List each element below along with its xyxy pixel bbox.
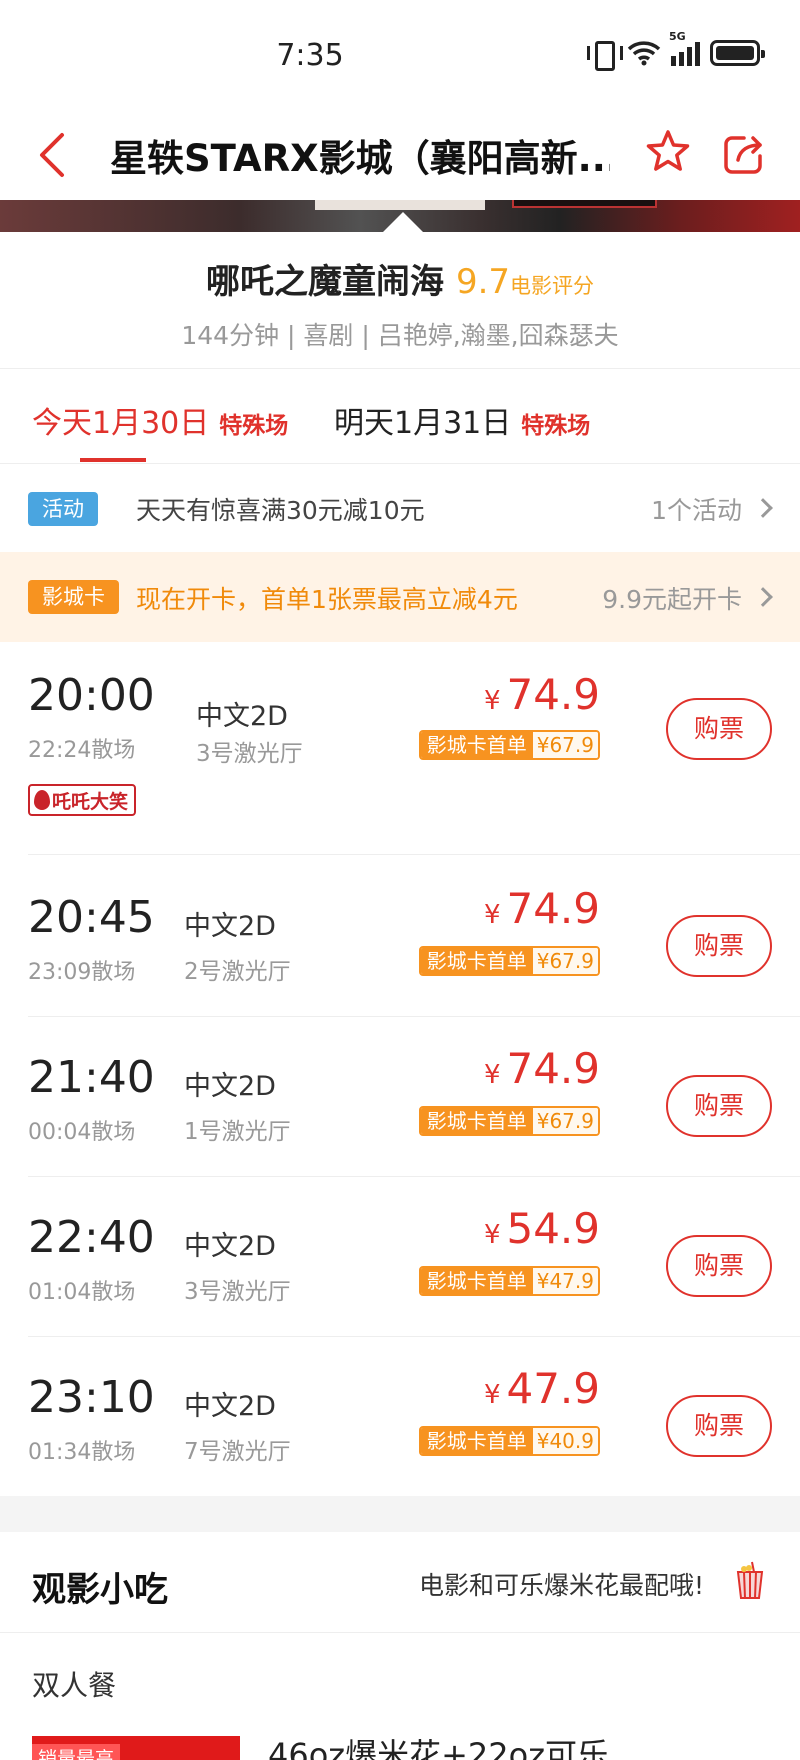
start-time: 22:40 bbox=[28, 1212, 155, 1263]
end-time: 23:09散场 bbox=[28, 960, 136, 985]
status-icons: 5G bbox=[587, 30, 765, 71]
showtime-row: 20:45 23:09散场 中文2D 2号激光厅 ¥74.9 影城卡首单 ¥67.… bbox=[0, 856, 800, 1016]
buy-ticket-button[interactable]: 购票 bbox=[666, 915, 772, 977]
status-bar: 7:35 5G bbox=[0, 0, 800, 110]
tab-date: 明天1月31日 bbox=[334, 406, 512, 441]
ticket-price: ¥74.9 bbox=[483, 1044, 600, 1093]
end-time: 01:04散场 bbox=[28, 1280, 136, 1305]
activity-row[interactable]: 活动 天天有惊喜满30元减10元 1个活动 bbox=[0, 464, 800, 552]
hall-name: 3号激光厅 bbox=[196, 741, 303, 767]
back-icon[interactable] bbox=[30, 130, 74, 180]
language-format: 中文2D bbox=[184, 1391, 276, 1422]
wifi-icon bbox=[627, 40, 661, 66]
end-time: 01:34散场 bbox=[28, 1440, 136, 1465]
cinema-card-open: 9.9元起开卡 bbox=[602, 585, 742, 614]
popcorn-icon bbox=[734, 1560, 766, 1600]
card-price-tag: 影城卡首单 ¥40.9 bbox=[418, 1426, 600, 1456]
network-label: 5G bbox=[669, 30, 686, 43]
hall-name: 2号激光厅 bbox=[184, 959, 291, 985]
tab-date: 今天1月30日 bbox=[32, 406, 210, 441]
movie-score: 9.7 bbox=[455, 262, 511, 302]
language-format: 中文2D bbox=[196, 701, 288, 732]
snack-name[interactable]: 46oz爆米花+22oz可乐 bbox=[268, 1730, 609, 1760]
page-title: 星轶STARX影城（襄阳高新... bbox=[110, 137, 610, 180]
section-separator bbox=[0, 1496, 800, 1532]
cinema-card-badge: 影城卡 bbox=[28, 580, 119, 614]
flame-icon bbox=[34, 790, 50, 810]
movie-title: 哪吒之魔童闹海 bbox=[205, 262, 444, 302]
favorite-star-icon[interactable] bbox=[644, 128, 692, 176]
language-format: 中文2D bbox=[184, 1231, 276, 1262]
start-time: 21:40 bbox=[28, 1052, 155, 1103]
card-price-tag: 影城卡首单 ¥47.9 bbox=[418, 1266, 600, 1296]
showtime-row: 21:40 00:04散场 中文2D 1号激光厅 ¥74.9 影城卡首单 ¥67.… bbox=[0, 1016, 800, 1176]
hall-name: 3号激光厅 bbox=[184, 1279, 291, 1305]
nav-bar: 星轶STARX影城（襄阳高新... bbox=[0, 110, 800, 200]
ticket-price: ¥47.9 bbox=[483, 1364, 600, 1413]
hall-name: 7号激光厅 bbox=[184, 1439, 291, 1465]
signal-icon: 5G bbox=[669, 30, 700, 66]
activity-count: 1个活动 bbox=[651, 496, 742, 525]
language-format: 中文2D bbox=[184, 911, 276, 942]
buy-ticket-button[interactable]: 购票 bbox=[666, 1235, 772, 1297]
selected-poster-pointer bbox=[383, 212, 423, 232]
divider bbox=[28, 854, 800, 855]
ticket-price: ¥74.9 bbox=[483, 884, 600, 933]
snacks-title: 观影小吃 bbox=[32, 1570, 168, 1610]
divider bbox=[0, 1632, 800, 1633]
snacks-slogan: 电影和可乐爆米花最配哦! bbox=[418, 1571, 704, 1600]
buy-ticket-button[interactable]: 购票 bbox=[666, 1395, 772, 1457]
start-time: 20:00 bbox=[28, 670, 155, 721]
poster-thumbnail[interactable] bbox=[512, 200, 657, 208]
showtime-row: 23:10 01:34散场 中文2D 7号激光厅 ¥47.9 影城卡首单 ¥40.… bbox=[0, 1336, 800, 1496]
snacks-header: 观影小吃 电影和可乐爆米花最配哦! bbox=[0, 1532, 800, 1632]
activity-badge: 活动 bbox=[28, 492, 98, 526]
status-time: 7:35 bbox=[276, 38, 344, 73]
card-price-tag: 影城卡首单 ¥67.9 bbox=[418, 946, 600, 976]
best-seller-tag: 销量最高 bbox=[32, 1744, 121, 1760]
tab-tomorrow[interactable]: 明天1月31日 特殊场 bbox=[334, 398, 590, 442]
showtime-row: 20:00 22:24散场 中文2D 3号激光厅 ¥74.9 影城卡首单 ¥67.… bbox=[0, 642, 800, 854]
ticket-price: ¥54.9 bbox=[483, 1204, 600, 1253]
movie-info: 哪吒之魔童闹海 9.7电影评分 144分钟 | 喜剧 | 吕艳婷,瀚墨,囧森瑟夫 bbox=[0, 232, 800, 368]
ticket-price: ¥74.9 bbox=[483, 670, 600, 719]
tab-today[interactable]: 今天1月30日 特殊场 bbox=[32, 398, 288, 442]
battery-icon bbox=[710, 40, 765, 66]
showtime-row: 22:40 01:04散场 中文2D 3号激光厅 ¥54.9 影城卡首单 ¥47.… bbox=[0, 1176, 800, 1336]
end-time: 22:24散场 bbox=[28, 738, 136, 763]
card-price-tag: 影城卡首单 ¥67.9 bbox=[418, 730, 600, 760]
date-tabs: 今天1月30日 特殊场 明天1月31日 特殊场 bbox=[0, 370, 800, 462]
cinema-card-row[interactable]: 影城卡 现在开卡，首单1张票最高立减4元 9.9元起开卡 bbox=[0, 552, 800, 642]
buy-ticket-button[interactable]: 购票 bbox=[666, 698, 772, 760]
start-time: 23:10 bbox=[28, 1372, 155, 1423]
poster-thumbnail[interactable] bbox=[315, 200, 485, 210]
activity-text: 天天有惊喜满30元减10元 bbox=[136, 496, 425, 525]
start-time: 20:45 bbox=[28, 892, 155, 943]
movie-meta: 144分钟 | 喜剧 | 吕艳婷,瀚墨,囧森瑟夫 bbox=[181, 321, 619, 350]
tab-tag: 特殊场 bbox=[521, 413, 591, 439]
vibrate-icon bbox=[587, 40, 623, 71]
snack-image[interactable]: 销量最高 bbox=[32, 1736, 240, 1760]
poster-strip[interactable] bbox=[0, 200, 800, 232]
card-price-tag: 影城卡首单 ¥67.9 bbox=[418, 1106, 600, 1136]
cinema-card-text: 现在开卡，首单1张票最高立减4元 bbox=[136, 585, 518, 614]
snack-category: 双人餐 bbox=[32, 1669, 117, 1702]
movie-score-label: 电影评分 bbox=[510, 274, 595, 298]
end-time: 00:04散场 bbox=[28, 1120, 136, 1145]
chevron-right-icon bbox=[753, 498, 773, 518]
divider bbox=[0, 368, 800, 369]
tab-tag: 特殊场 bbox=[219, 413, 289, 439]
language-format: 中文2D bbox=[184, 1071, 276, 1102]
promo-badge: 吒吒大笑 bbox=[28, 784, 137, 816]
hall-name: 1号激光厅 bbox=[184, 1119, 291, 1145]
buy-ticket-button[interactable]: 购票 bbox=[666, 1075, 772, 1137]
active-tab-indicator bbox=[80, 458, 146, 462]
share-icon[interactable] bbox=[722, 132, 766, 176]
chevron-right-icon bbox=[753, 587, 773, 607]
